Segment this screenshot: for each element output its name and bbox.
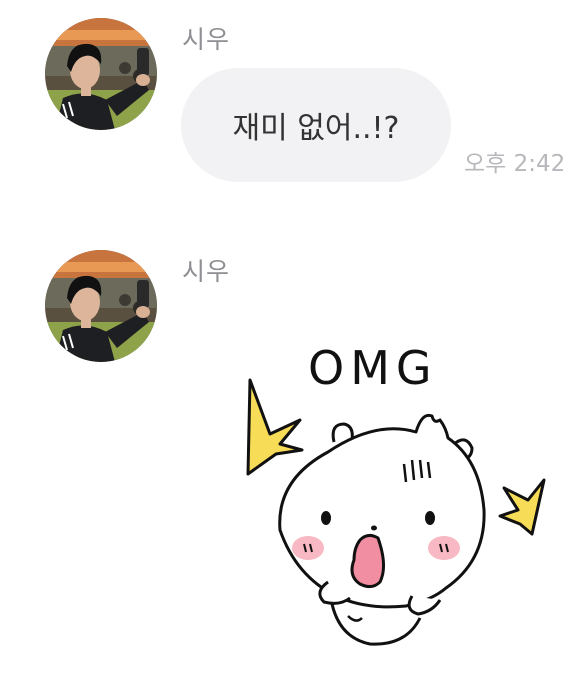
- message-bubble[interactable]: 재미 없어..!?: [181, 68, 451, 182]
- message-timestamp: 오후 2:42: [464, 151, 565, 177]
- sender-name: 시우: [182, 25, 231, 54]
- sticker-caption: OMG: [308, 341, 438, 395]
- message-text: 재미 없어..!?: [232, 111, 400, 146]
- sender-name: 시우: [182, 257, 231, 286]
- omg-hamster-sticker-icon: OMG: [246, 341, 546, 646]
- omg-hamster-sticker[interactable]: OMG: [236, 320, 560, 670]
- chat-view: 시우 재미 없어..!? 오후 2:42 시우 OMG: [0, 0, 565, 678]
- avatar[interactable]: [45, 18, 157, 130]
- profile-photo-icon: [45, 250, 157, 362]
- profile-photo-icon: [45, 18, 157, 130]
- avatar[interactable]: [45, 250, 157, 362]
